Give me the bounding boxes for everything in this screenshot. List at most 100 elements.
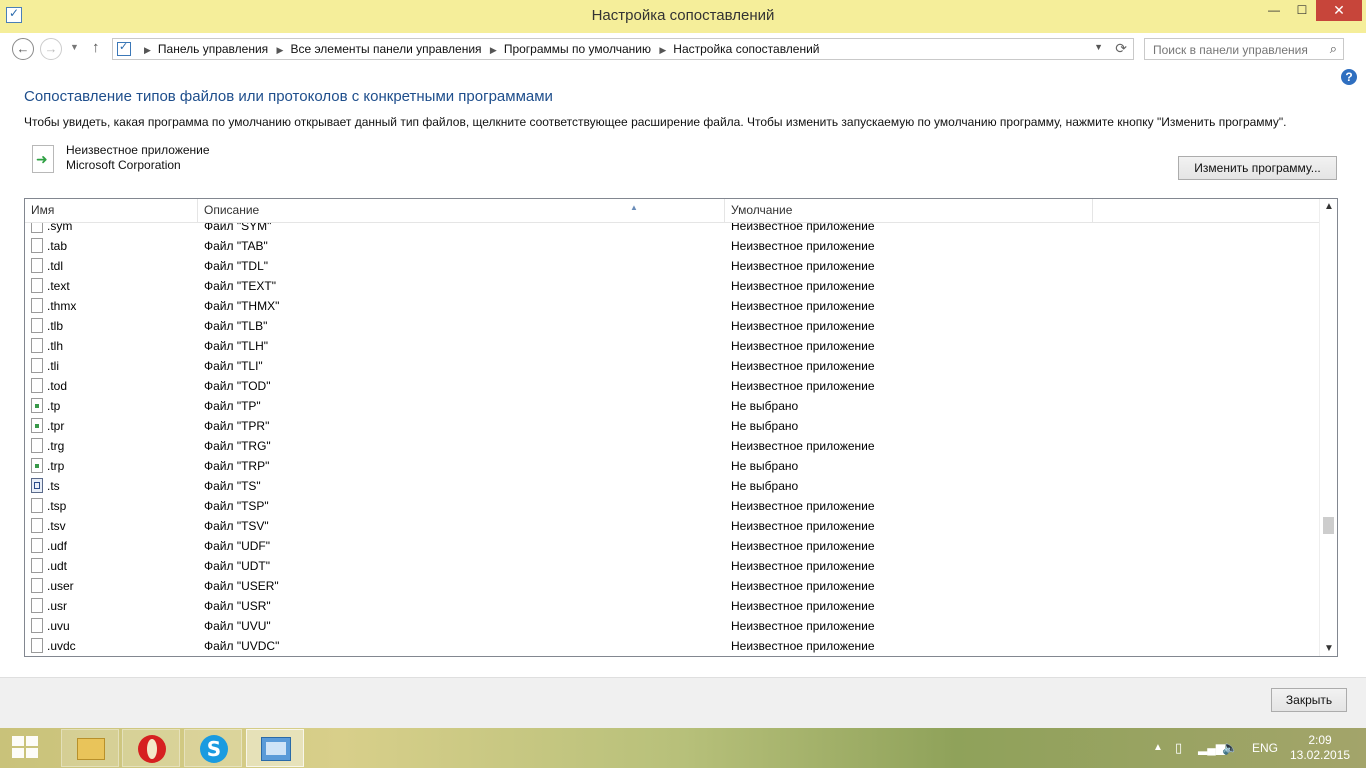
table-row[interactable]: .tlb Файл "TLB" Неизвестное приложение	[25, 316, 1321, 336]
row-description: Файл "TEXT"	[204, 279, 277, 293]
vertical-scrollbar[interactable]: ▲ ▼	[1319, 199, 1337, 656]
show-hidden-icons-icon[interactable]: ▲	[1153, 728, 1163, 768]
row-default-program: Не выбрано	[731, 479, 799, 493]
table-row[interactable]: .tlh Файл "TLH" Неизвестное приложение	[25, 336, 1321, 356]
chevron-right-icon[interactable]: ▶	[659, 45, 666, 55]
table-row[interactable]: .tdl Файл "TDL" Неизвестное приложение	[25, 256, 1321, 276]
recent-locations-dropdown[interactable]: ▼	[70, 42, 79, 52]
taskbar-skype[interactable]: S	[184, 729, 242, 767]
table-row[interactable]: .tp Файл "TP" Не выбрано	[25, 396, 1321, 416]
column-header-description-label: Описание	[204, 203, 260, 217]
clock-date: 13.02.2015	[1290, 748, 1351, 762]
breadcrumb: ▶ Панель управления ▶ Все элементы панели …	[139, 42, 820, 56]
file-icon	[31, 438, 43, 453]
table-row[interactable]: .uvu Файл "UVU" Неизвестное приложение	[25, 616, 1321, 636]
row-extension: .uvu	[47, 619, 70, 633]
address-bar[interactable]: ▶ Панель управления ▶ Все элементы панели …	[112, 38, 1134, 60]
table-row[interactable]: .tsp Файл "TSP" Неизвестное приложение	[25, 496, 1321, 516]
file-icon	[31, 558, 43, 573]
row-extension: .tli	[47, 359, 59, 373]
table-row[interactable]: .tsv Файл "TSV" Неизвестное приложение	[25, 516, 1321, 536]
title-bar: Настройка сопоставлений — ☐ ✕	[0, 0, 1366, 34]
table-row[interactable]: .thmx Файл "THMX" Неизвестное приложение	[25, 296, 1321, 316]
control-panel-icon	[261, 737, 291, 761]
breadcrumb-control-panel[interactable]: Панель управления	[158, 42, 268, 56]
table-row[interactable]: .trp Файл "TRP" Не выбрано	[25, 456, 1321, 476]
table-row[interactable]: .uvdc Файл "UVDC" Неизвестное приложение	[25, 636, 1321, 656]
table-row[interactable]: .ts Файл "TS" Не выбрано	[25, 476, 1321, 496]
row-description: Файл "TS"	[204, 479, 261, 493]
column-header-description[interactable]: Описание ▲	[198, 199, 725, 222]
chevron-right-icon[interactable]: ▶	[490, 45, 497, 55]
close-window-button[interactable]: ✕	[1316, 0, 1362, 21]
volume-icon[interactable]: 🔈	[1222, 728, 1238, 768]
page-description: Чтобы увидеть, какая программа по умолча…	[24, 115, 1287, 129]
row-extension: .tod	[47, 379, 68, 393]
scroll-down-icon[interactable]: ▼	[1324, 643, 1334, 654]
row-extension: .tsp	[47, 499, 67, 513]
battery-icon[interactable]: ▯	[1175, 728, 1182, 768]
row-extension: .tpr	[47, 419, 65, 433]
row-extension: .uvdc	[47, 639, 76, 653]
table-row[interactable]: .udt Файл "UDT" Неизвестное приложение	[25, 556, 1321, 576]
search-box[interactable]: ⌕	[1144, 38, 1344, 60]
scrollbar-thumb[interactable]	[1323, 516, 1334, 534]
search-input[interactable]	[1151, 41, 1325, 59]
row-extension: .text	[47, 279, 70, 293]
breadcrumb-set-associations[interactable]: Настройка сопоставлений	[673, 42, 819, 56]
file-icon	[31, 538, 43, 553]
search-icon[interactable]: ⌕	[1330, 41, 1337, 57]
row-extension: .trg	[47, 439, 65, 453]
table-row[interactable]: .tod Файл "TOD" Неизвестное приложение	[25, 376, 1321, 396]
taskbar-opera[interactable]	[122, 729, 180, 767]
minimize-button[interactable]: —	[1262, 0, 1286, 21]
change-program-button[interactable]: Изменить программу...	[1178, 156, 1337, 180]
table-row[interactable]: .tab Файл "TAB" Неизвестное приложение	[25, 236, 1321, 256]
window-title: Настройка сопоставлений	[591, 7, 775, 24]
program-vendor: Microsoft Corporation	[66, 158, 181, 172]
chevron-right-icon[interactable]: ▶	[277, 45, 284, 55]
row-default-program: Неизвестное приложение	[731, 619, 875, 633]
close-button[interactable]: Закрыть	[1271, 688, 1347, 712]
row-default-program: Неизвестное приложение	[731, 599, 875, 613]
row-default-program: Неизвестное приложение	[731, 559, 875, 573]
up-button[interactable]: ↑	[92, 39, 100, 56]
row-default-program: Неизвестное приложение	[731, 239, 875, 253]
file-icon	[31, 338, 43, 353]
maximize-button[interactable]: ☐	[1290, 0, 1314, 21]
back-button[interactable]: ←	[12, 38, 34, 60]
help-icon[interactable]: ?	[1341, 69, 1357, 85]
table-row[interactable]: .udf Файл "UDF" Неизвестное приложение	[25, 536, 1321, 556]
taskbar-file-explorer[interactable]	[61, 729, 119, 767]
associations-list[interactable]: .sym Файл "SYM" Неизвестное приложение .tab…	[24, 198, 1338, 657]
table-row[interactable]: .tli Файл "TLI" Неизвестное приложение	[25, 356, 1321, 376]
table-row[interactable]: .user Файл "USER" Неизвестное приложение	[25, 576, 1321, 596]
table-row[interactable]: .tpr Файл "TPR" Не выбрано	[25, 416, 1321, 436]
table-row[interactable]: .trg Файл "TRG" Неизвестное приложение	[25, 436, 1321, 456]
column-header-default[interactable]: Умолчание	[725, 199, 1093, 222]
row-extension: .tab	[47, 239, 68, 253]
refresh-icon[interactable]: ⟳	[1115, 40, 1127, 57]
forward-button[interactable]: →	[40, 38, 62, 60]
folder-icon	[77, 738, 105, 760]
windows-start-icon[interactable]	[12, 736, 40, 760]
row-default-program: Неизвестное приложение	[731, 339, 875, 353]
taskbar-control-panel[interactable]	[246, 729, 304, 767]
table-row[interactable]: .usr Файл "USR" Неизвестное приложение	[25, 596, 1321, 616]
breadcrumb-default-programs[interactable]: Программы по умолчанию	[504, 42, 651, 56]
language-indicator[interactable]: ENG	[1252, 728, 1278, 768]
program-icon	[32, 145, 54, 173]
scroll-up-icon[interactable]: ▲	[1324, 201, 1334, 212]
column-header-name[interactable]: Имя	[25, 199, 198, 222]
table-row[interactable]: .text Файл "TEXT" Неизвестное приложение	[25, 276, 1321, 296]
row-description: Файл "TLI"	[204, 359, 263, 373]
row-description: Файл "USR"	[204, 599, 271, 613]
row-extension: .user	[47, 579, 74, 593]
network-icon[interactable]: ▂▄▆	[1198, 728, 1225, 768]
special-file-icon	[31, 418, 43, 433]
chevron-down-icon[interactable]: ▼	[1094, 42, 1103, 52]
file-icon	[31, 258, 43, 273]
chevron-right-icon[interactable]: ▶	[144, 45, 151, 55]
clock[interactable]: 2:09 13.02.2015	[1290, 733, 1350, 763]
breadcrumb-all-items[interactable]: Все элементы панели управления	[290, 42, 481, 56]
